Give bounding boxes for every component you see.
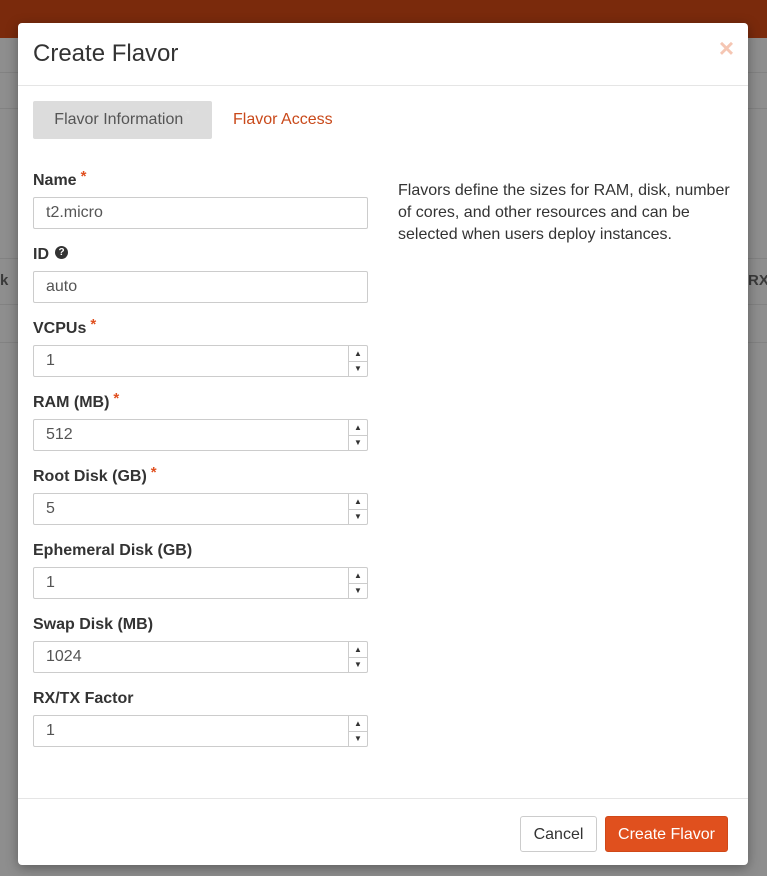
- spin-down-icon[interactable]: ▼: [349, 731, 367, 746]
- root-disk-label: Root Disk (GB) *: [33, 464, 157, 485]
- create-flavor-modal: Create Flavor × Flavor Information * Flav…: [18, 23, 748, 865]
- cancel-button[interactable]: Cancel: [520, 816, 597, 852]
- spin-down-icon[interactable]: ▼: [349, 435, 367, 450]
- tab-required-marker: *: [185, 106, 191, 122]
- name-input[interactable]: t2.micro: [33, 197, 368, 229]
- tab-flavor-access[interactable]: Flavor Access: [233, 101, 333, 139]
- vcpus-field: VCPUs * 1 ▲ ▼: [33, 316, 368, 377]
- ephemeral-disk-label: Ephemeral Disk (GB): [33, 542, 193, 559]
- modal-header: Create Flavor ×: [18, 23, 748, 86]
- spin-up-icon[interactable]: ▲: [349, 420, 367, 436]
- tab-label: Flavor Information: [54, 111, 184, 128]
- swap-disk-value: 1024: [46, 648, 82, 665]
- required-marker: *: [90, 316, 97, 333]
- close-icon[interactable]: ×: [719, 35, 734, 61]
- spin-down-icon[interactable]: ▼: [349, 583, 367, 598]
- rxtx-factor-stepper[interactable]: 1 ▲ ▼: [33, 715, 368, 747]
- spinner: ▲ ▼: [348, 568, 367, 598]
- name-field: Name * t2.micro: [33, 168, 368, 229]
- spin-up-icon[interactable]: ▲: [349, 568, 367, 584]
- id-field: ID? auto: [33, 245, 368, 303]
- spinner: ▲ ▼: [348, 346, 367, 376]
- spin-down-icon[interactable]: ▼: [349, 657, 367, 672]
- vcpus-stepper[interactable]: 1 ▲ ▼: [33, 345, 368, 377]
- rxtx-factor-value: 1: [46, 722, 55, 739]
- spin-up-icon[interactable]: ▲: [349, 642, 367, 658]
- ram-stepper[interactable]: 512 ▲ ▼: [33, 419, 368, 451]
- swap-disk-label: Swap Disk (MB): [33, 616, 154, 633]
- required-marker: *: [150, 464, 157, 481]
- flavor-description: Flavors define the sizes for RAM, disk, …: [398, 182, 730, 243]
- spinner: ▲ ▼: [348, 420, 367, 450]
- id-input[interactable]: auto: [33, 271, 368, 303]
- ram-label: RAM (MB) *: [33, 390, 120, 411]
- spinner: ▲ ▼: [348, 716, 367, 746]
- modal-title: Create Flavor: [33, 40, 179, 67]
- required-marker: *: [113, 390, 120, 407]
- background-column-fragment: k: [0, 272, 9, 289]
- spinner: ▲ ▼: [348, 642, 367, 672]
- help-icon[interactable]: ?: [55, 246, 68, 260]
- swap-disk-stepper[interactable]: 1024 ▲ ▼: [33, 641, 368, 673]
- spin-up-icon[interactable]: ▲: [349, 494, 367, 510]
- spin-up-icon[interactable]: ▲: [349, 346, 367, 362]
- spin-down-icon[interactable]: ▼: [349, 361, 367, 376]
- root-disk-field: Root Disk (GB) * 5 ▲ ▼: [33, 464, 368, 525]
- spin-up-icon[interactable]: ▲: [349, 716, 367, 732]
- ram-field: RAM (MB) * 512 ▲ ▼: [33, 390, 368, 451]
- vcpus-value: 1: [46, 352, 55, 369]
- modal-footer: Cancel Create Flavor: [18, 798, 748, 866]
- swap-disk-field: Swap Disk (MB) 1024 ▲ ▼: [33, 615, 368, 673]
- tab-flavor-information[interactable]: Flavor Information *: [33, 101, 212, 139]
- ephemeral-disk-stepper[interactable]: 1 ▲ ▼: [33, 567, 368, 599]
- create-flavor-button[interactable]: Create Flavor: [605, 816, 728, 852]
- ephemeral-disk-field: Ephemeral Disk (GB) 1 ▲ ▼: [33, 541, 368, 599]
- vcpus-label: VCPUs *: [33, 316, 97, 337]
- spinner: ▲ ▼: [348, 494, 367, 524]
- name-label: Name *: [33, 168, 87, 189]
- ephemeral-disk-value: 1: [46, 574, 55, 591]
- required-marker: *: [80, 168, 87, 185]
- rxtx-factor-field: RX/TX Factor 1 ▲ ▼: [33, 689, 368, 747]
- root-disk-stepper[interactable]: 5 ▲ ▼: [33, 493, 368, 525]
- ram-value: 512: [46, 426, 73, 443]
- id-label: ID?: [33, 245, 368, 265]
- rxtx-factor-label: RX/TX Factor: [33, 690, 134, 707]
- root-disk-value: 5: [46, 500, 55, 517]
- background-column-fragment: RX/T: [748, 272, 767, 289]
- spin-down-icon[interactable]: ▼: [349, 509, 367, 524]
